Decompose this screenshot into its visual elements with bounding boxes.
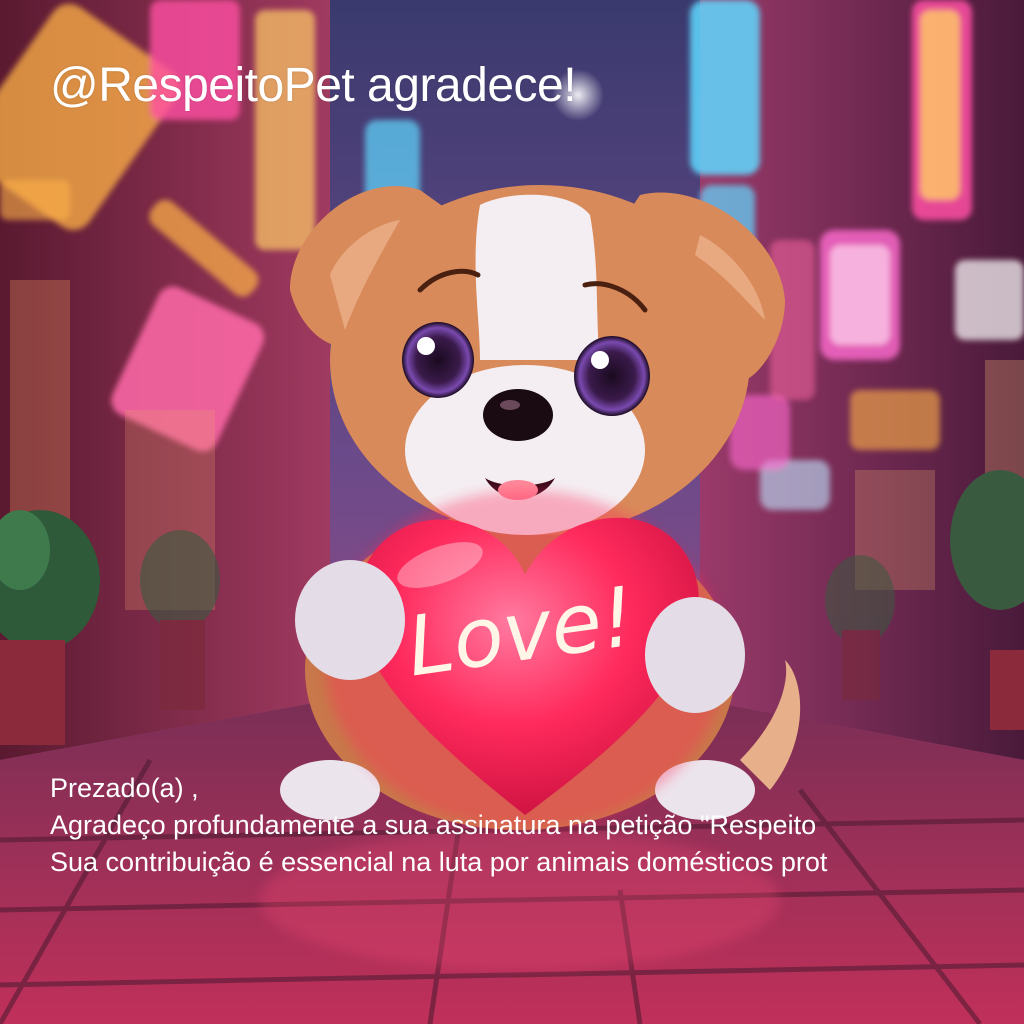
puppy-right-paw (645, 597, 745, 713)
message-greeting: Prezado(a) , (50, 773, 199, 803)
puppy-right-eye (574, 336, 650, 416)
thank-you-message: Prezado(a) , Agradeço profundamente a su… (50, 770, 1024, 881)
message-line-1: Agradeço profundamente a sua assinatura … (50, 810, 817, 840)
puppy-nose (483, 389, 553, 441)
puppy-left-paw (295, 560, 405, 680)
message-line-2: Sua contribuição é essencial na luta por… (50, 847, 828, 877)
post-headline: @RespeitoPet agradece! (50, 59, 577, 112)
puppy-left-eye (402, 322, 474, 398)
